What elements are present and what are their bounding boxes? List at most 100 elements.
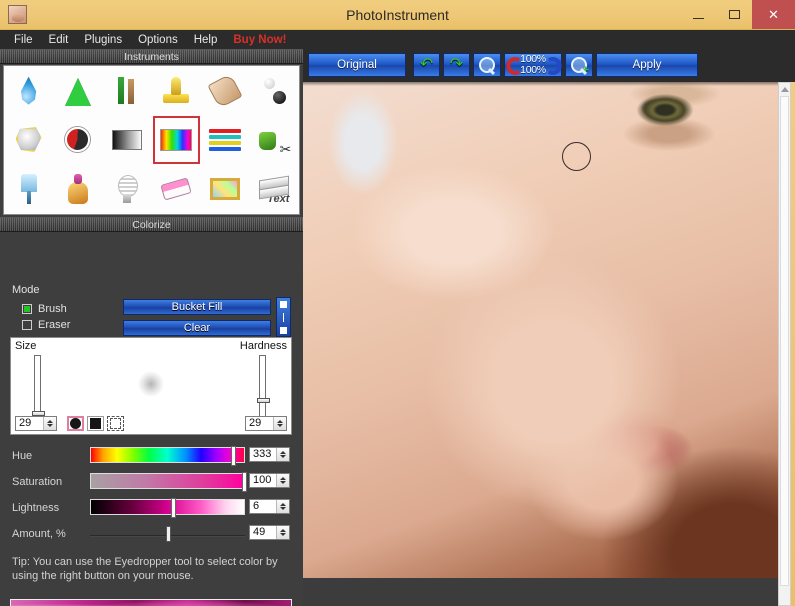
- tool-blur-water-drop[interactable]: [4, 66, 53, 115]
- clear-button[interactable]: Clear: [123, 320, 271, 336]
- saturation-value-stepper[interactable]: 100: [249, 473, 290, 488]
- zoom-in-button[interactable]: +: [565, 53, 593, 77]
- photo-top-shadow: [303, 82, 780, 86]
- title-bar: PhotoInstrument ✕: [0, 0, 795, 30]
- light-bulb-icon: [110, 172, 144, 206]
- hardness-slider[interactable]: [257, 355, 270, 417]
- zoom-out-magnifier-icon: [479, 57, 495, 73]
- marquee-brush-icon: [110, 418, 121, 429]
- amount-value-stepper[interactable]: 49: [249, 525, 290, 540]
- rainbow-gradient-icon: [159, 123, 193, 157]
- zoom-out-button[interactable]: [473, 53, 501, 77]
- scroll-up-arrow-icon[interactable]: [779, 83, 790, 95]
- close-button[interactable]: ✕: [752, 0, 795, 29]
- apply-button[interactable]: Apply: [596, 53, 698, 77]
- menu-item-options[interactable]: Options: [130, 32, 186, 48]
- tool-pipette[interactable]: [4, 165, 53, 214]
- tool-pin-warp[interactable]: [250, 66, 299, 115]
- pin-ball-icon: [257, 74, 291, 108]
- tool-paint-brush-pencil[interactable]: [102, 66, 151, 115]
- mode-brush-label: Brush: [38, 303, 67, 315]
- tool-lotion-bottle[interactable]: [53, 165, 102, 214]
- pipette-icon: [12, 172, 46, 206]
- plant-scissors-icon: [257, 123, 291, 158]
- amount-value: 49: [253, 526, 266, 538]
- tool-smudge-cone[interactable]: [53, 66, 102, 115]
- tool-light-bulb[interactable]: [102, 165, 151, 214]
- menu-item-plugins[interactable]: Plugins: [76, 32, 130, 48]
- tool-red-eye-removal[interactable]: [53, 115, 102, 164]
- undo-button[interactable]: ↶: [413, 53, 440, 77]
- menu-item-help[interactable]: Help: [186, 32, 226, 48]
- hue-value: 333: [253, 448, 272, 460]
- lightness-slider-thumb[interactable]: [171, 498, 176, 518]
- saturation-slider-row: Saturation 100: [0, 472, 303, 495]
- image-toolbar: Original ↶ ↷ 100% 100% + Apply: [303, 49, 795, 82]
- maximize-icon: [728, 10, 740, 19]
- hue-value-stepper[interactable]: 333: [249, 447, 290, 462]
- mode-eraser-checkbox[interactable]: Eraser: [22, 319, 70, 331]
- colorize-caption: Colorize: [0, 217, 303, 232]
- resize-handle-icon[interactable]: [276, 297, 291, 337]
- tool-patch-heal[interactable]: [4, 115, 53, 164]
- saturation-slider[interactable]: [90, 472, 247, 492]
- instruments-grid: Text: [4, 66, 299, 214]
- undo-arrow-icon: ↶: [419, 56, 434, 73]
- round-brush-swatch[interactable]: [67, 416, 84, 431]
- menu-item-file[interactable]: File: [6, 32, 41, 48]
- tool-colorize[interactable]: [152, 115, 201, 164]
- size-spinner[interactable]: [43, 417, 56, 430]
- patch-icon: [12, 123, 46, 157]
- hardness-label: Hardness: [239, 340, 287, 352]
- bucket-fill-button[interactable]: Bucket Fill: [123, 299, 271, 315]
- menu-item-edit[interactable]: Edit: [41, 32, 77, 48]
- tool-color-correction[interactable]: [201, 115, 250, 164]
- original-button[interactable]: Original: [308, 53, 406, 77]
- marquee-brush-swatch[interactable]: [107, 416, 124, 431]
- amount-slider-thumb[interactable]: [166, 526, 171, 542]
- size-slider[interactable]: [32, 355, 45, 417]
- brush-circle-cursor: [562, 142, 591, 171]
- hue-slider-row: Hue 333: [0, 446, 303, 469]
- saturation-label: Saturation: [12, 476, 63, 488]
- menu-item-buy-now[interactable]: Buy Now!: [225, 32, 294, 48]
- maximize-button[interactable]: [716, 0, 752, 29]
- water-drop-icon: [12, 74, 46, 108]
- canvas-area[interactable]: [303, 82, 795, 606]
- lightness-slider[interactable]: [90, 498, 245, 518]
- colorize-panel: Mode Brush Eraser Bucket Fill Clear Size…: [0, 233, 303, 606]
- hardness-value-stepper[interactable]: 29: [245, 416, 287, 431]
- tool-clone-cut[interactable]: [250, 115, 299, 164]
- text-layers-icon: Text: [257, 172, 291, 206]
- saturation-slider-thumb[interactable]: [242, 472, 247, 492]
- face-closeup-photo[interactable]: [303, 82, 780, 578]
- color-preview-strip: [10, 599, 292, 606]
- lightness-value-stepper[interactable]: 6: [249, 499, 290, 514]
- amount-spinner[interactable]: [276, 526, 289, 539]
- scrollbar-thumb[interactable]: [780, 96, 789, 586]
- tool-clone-stamp[interactable]: [152, 66, 201, 115]
- lightness-spinner[interactable]: [276, 500, 289, 513]
- square-brush-swatch[interactable]: [87, 416, 104, 431]
- hue-spinner[interactable]: [276, 448, 289, 461]
- tool-text-layers[interactable]: Text: [250, 165, 299, 214]
- tool-picture-frame[interactable]: [201, 165, 250, 214]
- left-panel: Instruments Text Colorize Mode: [0, 49, 303, 606]
- size-value-stepper[interactable]: 29: [15, 416, 57, 431]
- mode-brush-checkbox[interactable]: Brush: [22, 303, 67, 315]
- saturation-spinner[interactable]: [276, 474, 289, 487]
- window-right-edge: [791, 82, 795, 606]
- hardness-spinner[interactable]: [273, 417, 286, 430]
- tool-eraser[interactable]: [152, 165, 201, 214]
- zoom-level-display[interactable]: 100% 100%: [504, 53, 562, 77]
- vertical-scrollbar[interactable]: [778, 82, 791, 606]
- minimize-button[interactable]: [680, 0, 716, 29]
- redo-button[interactable]: ↷: [443, 53, 470, 77]
- tool-grayscale[interactable]: [102, 115, 151, 164]
- hue-slider[interactable]: [90, 446, 245, 466]
- tool-blade-scrape[interactable]: [201, 66, 250, 115]
- zoom-in-magnifier-icon: +: [571, 57, 589, 76]
- hardness-slider-thumb[interactable]: [257, 398, 270, 403]
- hue-slider-thumb[interactable]: [231, 446, 236, 466]
- mode-label: Mode: [12, 284, 40, 296]
